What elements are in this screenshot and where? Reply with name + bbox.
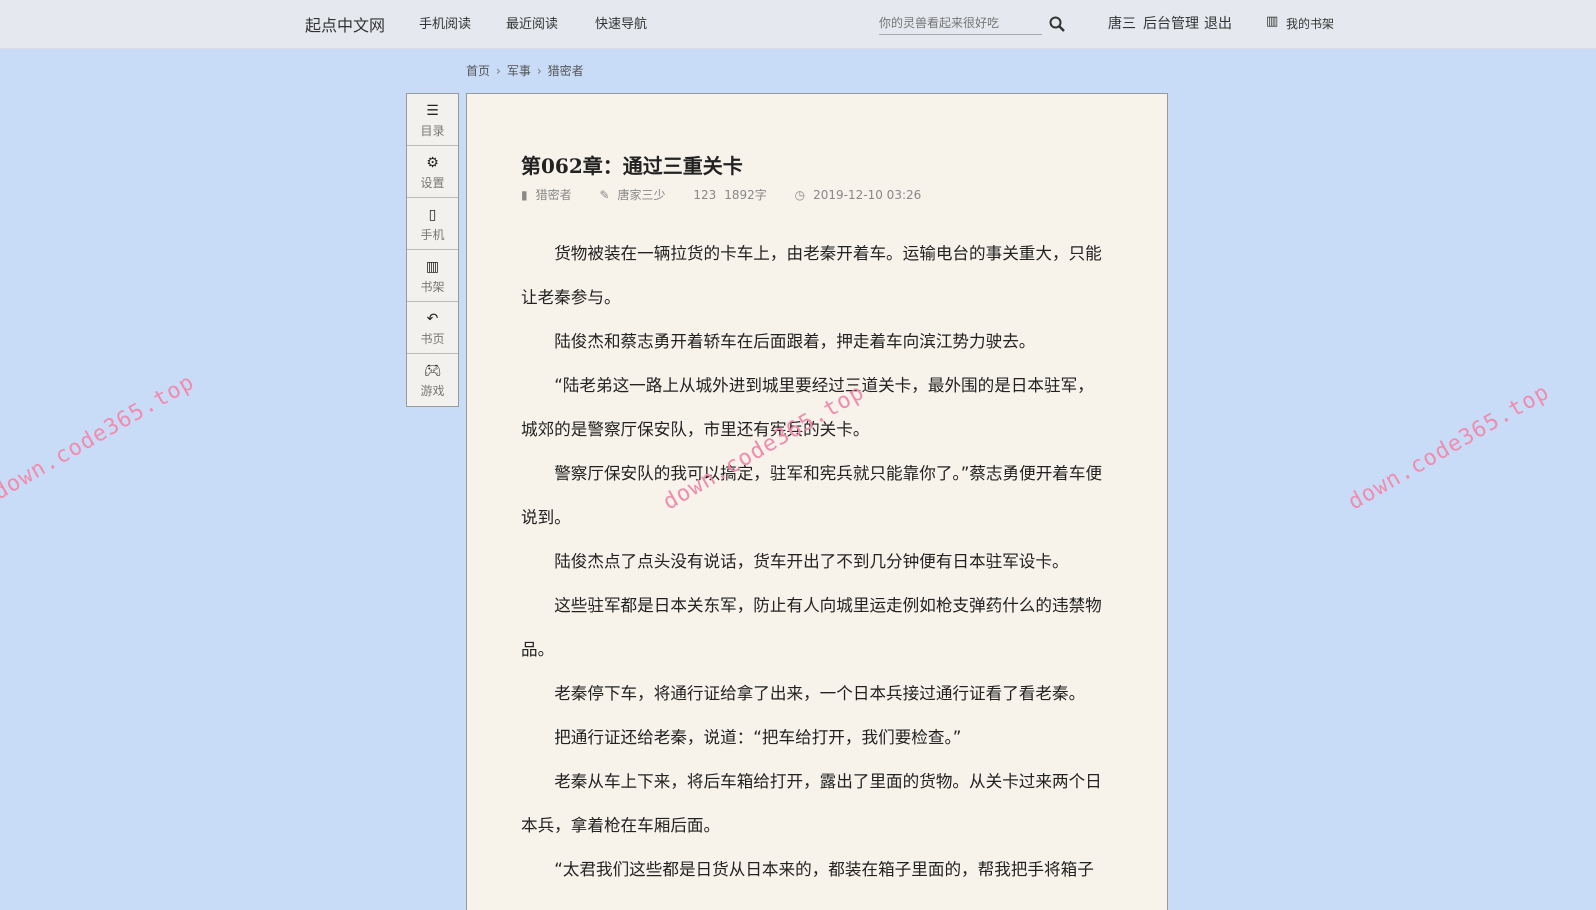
watermark: down.code365.top xyxy=(1344,379,1554,516)
site-logo[interactable]: 起点中文网 xyxy=(305,12,385,36)
search-icon[interactable] xyxy=(1048,15,1066,33)
update-time: 2019-12-10 03:26 xyxy=(813,188,922,202)
search-input[interactable] xyxy=(879,12,1042,35)
sidebar-item-book-page[interactable]: ↶ 书页 xyxy=(407,302,458,354)
paragraph: 这些驻军都是日本关东军，防止有人向城里运走例如枪支弹药什么的违禁物品。 xyxy=(521,596,1102,659)
back-icon: ↶ xyxy=(426,311,439,327)
nav-mobile-reading[interactable]: 手机阅读 xyxy=(419,13,471,32)
bookshelf-icon: ▥ xyxy=(425,259,440,275)
user-name[interactable]: 唐三 xyxy=(1108,13,1136,33)
admin-link[interactable]: 后台管理 xyxy=(1143,13,1199,33)
chapter-title: 第062章：通过三重关卡 xyxy=(521,154,743,178)
paragraph: 陆俊杰点了点头没有说话，货车开出了不到几分钟便有日本驻军设卡。 xyxy=(554,552,1069,571)
paragraph: 警察厅保安队的我可以搞定，驻军和宪兵就只能靠你了。”蔡志勇便开着车便说到。 xyxy=(521,464,1103,527)
sidebar-item-bookshelf[interactable]: ▥ 书架 xyxy=(407,250,458,302)
pen-icon: ✎ xyxy=(599,188,610,202)
gear-icon: ⚙ xyxy=(426,155,439,171)
logout-link[interactable]: 退出 xyxy=(1204,13,1232,33)
paragraph: “太君我们这些都是日货从日本来的，都装在箱子里面的，帮我把手将箱子 xyxy=(554,860,1094,879)
author-name: 唐家三少 xyxy=(617,188,666,202)
chevron-right-icon: › xyxy=(496,64,501,78)
top-navbar: 起点中文网 手机阅读 最近阅读 快速导航 唐三 后台管理 退出 ▥ 我的书架 xyxy=(0,0,1596,49)
chevron-right-icon: › xyxy=(536,64,542,78)
book-name[interactable]: 猎密者 xyxy=(536,188,572,202)
book-icon: ▮ xyxy=(521,188,528,202)
paragraph: “陆老弟这一路上从城外进到城里要经过三道关卡，最外围的是日本驻军，城郊的是警察厅… xyxy=(521,376,1094,439)
breadcrumb-book[interactable]: 猎密者 xyxy=(548,64,584,78)
watermark: down.code365.top xyxy=(0,369,199,506)
my-bookshelf-link[interactable]: 我的书架 xyxy=(1286,15,1334,32)
paragraph: 老秦停下车，将通行证给拿了出来，一个日本兵接过通行证看了看老秦。 xyxy=(554,684,1086,703)
paragraph: 货物被装在一辆拉货的卡车上，由老秦开着车。运输电台的事关重大，只能让老秦参与。 xyxy=(521,244,1102,307)
chapter-content: 货物被装在一辆拉货的卡车上，由老秦开着车。运输电台的事关重大，只能让老秦参与。 … xyxy=(521,232,1109,892)
sidebar-item-games[interactable]: 🎮︎ 游戏 xyxy=(407,354,458,406)
sidebar-item-mobile[interactable]: ▯ 手机 xyxy=(407,198,458,250)
nav-recent-reading[interactable]: 最近阅读 xyxy=(506,13,558,32)
sidebar-item-catalog[interactable]: ☰ 目录 xyxy=(407,94,458,146)
bookshelf-icon: ▥ xyxy=(1266,14,1279,29)
list-icon: ☰ xyxy=(426,103,439,119)
phone-icon: ▯ xyxy=(428,207,437,223)
breadcrumb: 首页 › 军事 › 猎密者 xyxy=(466,62,584,79)
reading-page: 第062章：通过三重关卡 ▮ 猎密者 ✎ 唐家三少 123 1892字 ◷ 2019-1… xyxy=(466,93,1168,910)
breadcrumb-category[interactable]: 军事 xyxy=(507,64,531,78)
sidebar-item-settings[interactable]: ⚙ 设置 xyxy=(407,146,458,198)
paragraph: 陆俊杰和蔡志勇开着轿车在后面跟着，押走着车向滨江势力驶去。 xyxy=(554,332,1036,351)
word-count: 1892字 xyxy=(724,188,767,202)
paragraph: 老秦从车上下来，将后车箱给打开，露出了里面的货物。从关卡过来两个日本兵，拿着枪在… xyxy=(521,772,1102,835)
word-count-icon: 123 xyxy=(693,188,717,202)
gamepad-icon: 🎮︎ xyxy=(423,363,442,379)
reader-sidebar: ☰ 目录 ⚙ 设置 ▯ 手机 ▥ 书架 ↶ 书页 🎮︎ 游戏 xyxy=(406,93,459,407)
chapter-meta: ▮ 猎密者 ✎ 唐家三少 123 1892字 ◷ 2019-12-10 03:26 xyxy=(521,186,925,203)
breadcrumb-home[interactable]: 首页 xyxy=(466,64,490,78)
paragraph: 把通行证还给老秦，说道：“把车给打开，我们要检查。” xyxy=(554,728,962,747)
nav-quick-nav[interactable]: 快速导航 xyxy=(595,13,647,32)
clock-icon: ◷ xyxy=(794,188,806,202)
